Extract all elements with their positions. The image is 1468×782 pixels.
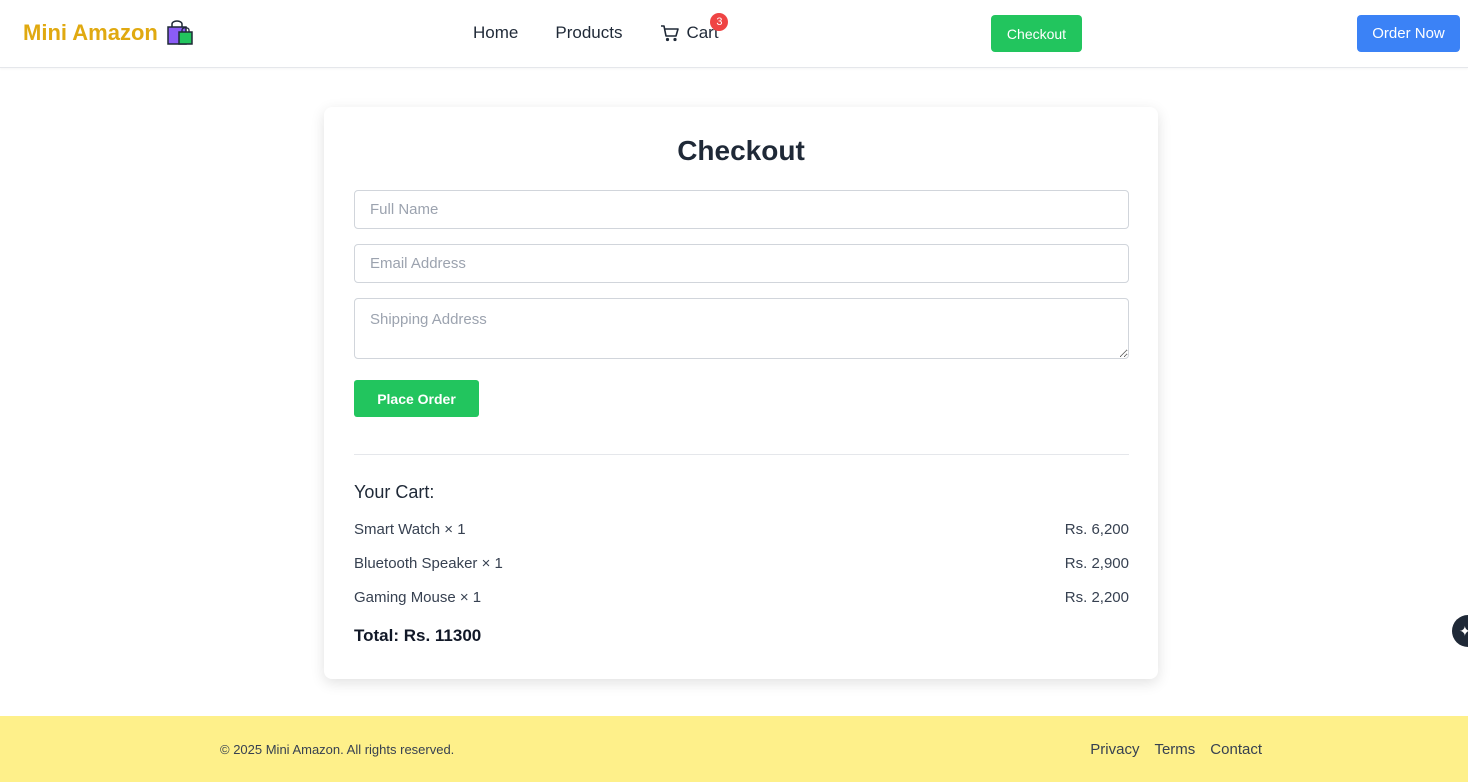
nav-home-link[interactable]: Home	[473, 23, 518, 43]
list-item: Gaming Mouse × 1 Rs. 2,200	[354, 588, 1129, 622]
brand-logo[interactable]: Mini Amazon	[23, 20, 194, 46]
footer-links: Privacy Terms Contact	[1090, 741, 1262, 758]
divider	[354, 454, 1129, 455]
footer-privacy-link[interactable]: Privacy	[1090, 741, 1139, 758]
cart-item-name: Gaming Mouse × 1	[354, 589, 482, 606]
main-nav: Home Products Cart 3	[473, 13, 729, 43]
nav-cart-link[interactable]: Cart 3	[660, 13, 729, 43]
cart-count-badge: 3	[710, 13, 729, 31]
footer-terms-link[interactable]: Terms	[1154, 741, 1195, 758]
sparkle-icon: ✦	[1459, 622, 1468, 639]
floating-action-button[interactable]: ✦	[1452, 615, 1468, 647]
brand-name: Mini Amazon	[23, 20, 158, 45]
checkout-card: Checkout Place Order Your Cart: Smart Wa…	[324, 107, 1158, 679]
nav-products-link[interactable]: Products	[555, 23, 622, 43]
cart-item-price: Rs. 2,900	[1064, 555, 1129, 572]
shipping-address-input[interactable]	[354, 298, 1129, 359]
copyright-text: © 2025 Mini Amazon. All rights reserved.	[220, 742, 455, 757]
place-order-button[interactable]: Place Order	[354, 380, 479, 417]
shopping-bags-icon	[167, 20, 193, 45]
footer-contact-link[interactable]: Contact	[1210, 741, 1262, 758]
cart-items-list: Smart Watch × 1 Rs. 6,200 Bluetooth Spea…	[354, 520, 1129, 622]
list-item: Bluetooth Speaker × 1 Rs. 2,900	[354, 554, 1129, 588]
list-item: Smart Watch × 1 Rs. 6,200	[354, 520, 1129, 554]
top-navbar: Mini Amazon Home Products Cart 3 Checkou…	[0, 0, 1468, 68]
cart-item-price: Rs. 2,200	[1064, 589, 1129, 606]
checkout-button[interactable]: Checkout	[991, 15, 1082, 52]
cart-total: Total: Rs. 11300	[354, 626, 482, 645]
cart-heading: Your Cart:	[354, 482, 435, 502]
footer: © 2025 Mini Amazon. All rights reserved.…	[0, 716, 1468, 782]
shopping-cart-icon	[661, 25, 680, 42]
cart-item-name: Bluetooth Speaker × 1	[354, 555, 503, 572]
full-name-input[interactable]	[354, 190, 1129, 229]
order-now-button[interactable]: Order Now	[1357, 15, 1460, 52]
cart-item-price: Rs. 6,200	[1064, 521, 1129, 538]
cart-item-name: Smart Watch × 1	[354, 521, 466, 538]
email-input[interactable]	[354, 244, 1129, 283]
page-title: Checkout	[677, 135, 805, 166]
